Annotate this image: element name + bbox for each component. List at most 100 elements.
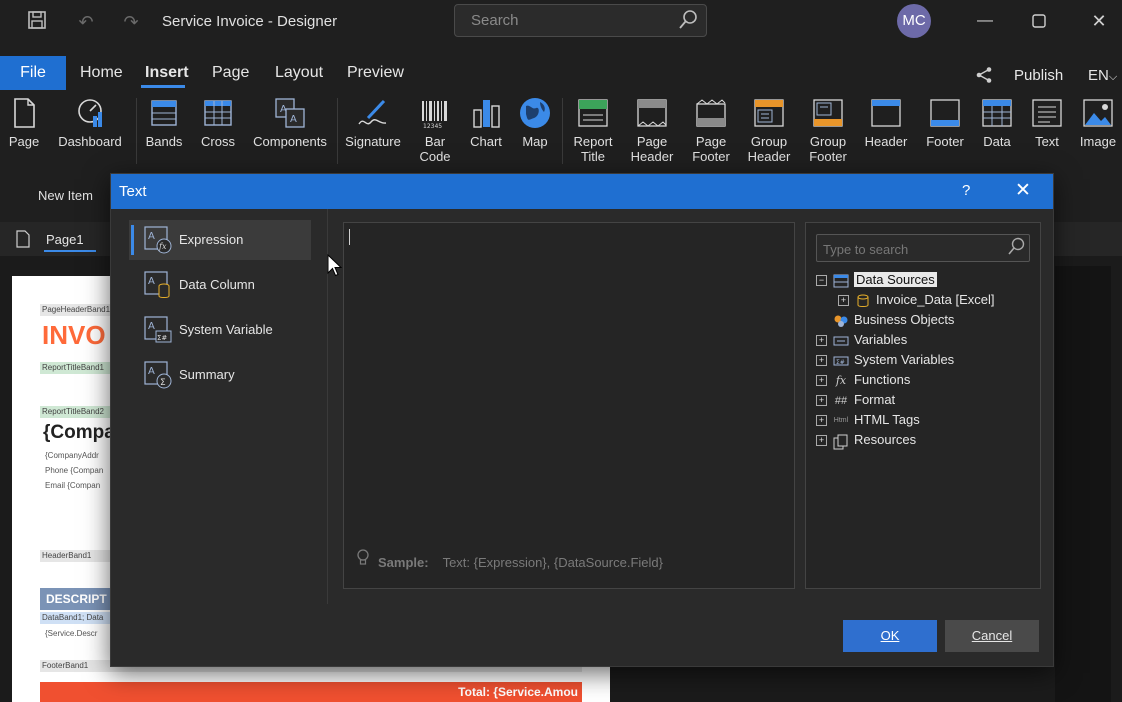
- sample-label: Sample:: [378, 555, 429, 570]
- tree-label: Format: [854, 392, 896, 407]
- ribbon-label: Footer: [926, 134, 964, 149]
- svg-text:A: A: [148, 276, 155, 287]
- title-bar: ↶ ↷ Service Invoice - Designer Search MC…: [0, 0, 1122, 44]
- ribbon-label: Components: [253, 134, 327, 149]
- tree-item-variables[interactable]: + Variables: [816, 330, 907, 350]
- tree-search-input[interactable]: Type to search: [816, 234, 1030, 262]
- ribbon-barcode-button[interactable]: 12345 Bar Code: [414, 96, 456, 164]
- window-close-icon[interactable]: ✕: [1084, 8, 1114, 34]
- ribbon-cross-button[interactable]: Cross: [196, 96, 240, 149]
- ribbon-components-button[interactable]: AA Components: [250, 96, 330, 149]
- tree-label: Resources: [854, 432, 917, 447]
- expand-toggle[interactable]: +: [816, 355, 827, 367]
- nav-summary[interactable]: AΣ Summary: [129, 355, 311, 395]
- ribbon-bands-button[interactable]: Bands: [142, 96, 186, 149]
- page-footer-icon: [694, 96, 728, 130]
- phone-text[interactable]: Phone {Compan: [45, 466, 103, 475]
- tree-item-data-sources[interactable]: − Data Sources: [816, 270, 937, 290]
- tree-item-html-tags[interactable]: + Html HTML Tags: [816, 410, 920, 430]
- nav-system-variable[interactable]: A Σ# System Variable: [129, 310, 311, 350]
- ribbon-data-button[interactable]: Data: [978, 96, 1016, 149]
- redo-icon[interactable]: ↷: [119, 10, 143, 34]
- tree-item-invoice-data[interactable]: + Invoice_Data [Excel]: [838, 290, 995, 310]
- ribbon-tab-bar: File Home Insert Page Layout Preview Pub…: [0, 54, 1122, 90]
- undo-icon[interactable]: ↶: [74, 10, 98, 34]
- dashboard-icon: [73, 96, 107, 130]
- expression-editor[interactable]: Sample: Text: {Expression}, {DataSource.F…: [343, 222, 795, 589]
- ok-button[interactable]: OK: [843, 620, 937, 652]
- invoice-title-text[interactable]: INVO: [42, 320, 106, 351]
- user-avatar[interactable]: MC: [897, 4, 931, 38]
- expand-toggle[interactable]: +: [816, 415, 827, 427]
- format-icon: ##: [834, 394, 848, 407]
- page-icon: [7, 96, 41, 130]
- tab-preview[interactable]: Preview: [347, 64, 404, 82]
- ribbon-map-button[interactable]: Map: [516, 96, 554, 149]
- close-icon[interactable]: ✕: [1015, 179, 1031, 202]
- ribbon-label: Report Title: [573, 134, 613, 164]
- tab-layout[interactable]: Layout: [275, 64, 323, 82]
- tree-item-format[interactable]: + ## Format: [816, 390, 895, 410]
- ribbon-page-header-button[interactable]: Page Header: [628, 96, 676, 164]
- share-icon[interactable]: [975, 66, 993, 89]
- functions-icon: fx: [835, 373, 847, 387]
- nav-data-column[interactable]: A Data Column: [129, 265, 311, 305]
- publish-button[interactable]: Publish: [1014, 67, 1063, 84]
- data-dictionary-panel: Type to search − Data Sources + Invoice_Da…: [805, 222, 1041, 589]
- tab-file[interactable]: File: [0, 56, 66, 90]
- ribbon-report-title-button[interactable]: Report Title: [570, 96, 616, 164]
- collapse-toggle[interactable]: −: [816, 275, 827, 287]
- minimize-icon[interactable]: —: [970, 8, 1000, 34]
- lightbulb-icon: [356, 549, 370, 570]
- expand-toggle[interactable]: +: [838, 295, 849, 307]
- ribbon-signature-button[interactable]: Signature: [343, 96, 403, 149]
- expand-toggle[interactable]: +: [816, 375, 827, 387]
- ribbon-image-button[interactable]: Image: [1078, 96, 1118, 149]
- expand-toggle[interactable]: +: [816, 435, 827, 447]
- cancel-button[interactable]: Cancel: [945, 620, 1039, 652]
- total-value: {Service.Amou: [493, 685, 578, 699]
- nav-expression[interactable]: Afx Expression: [129, 220, 311, 260]
- maximize-icon[interactable]: [1024, 8, 1054, 34]
- tree-item-functions[interactable]: + fx Functions: [816, 370, 910, 390]
- tree-label: Functions: [854, 372, 911, 387]
- tree-item-system-variables[interactable]: + Σ# System Variables: [816, 350, 954, 370]
- ribbon-separator: [562, 98, 563, 164]
- ribbon-header-button[interactable]: Header: [862, 96, 910, 149]
- cancel-label: Cancel: [971, 628, 1013, 643]
- dialog-header: Text ? ✕: [111, 174, 1053, 209]
- company-address-text[interactable]: {CompanyAddr: [45, 451, 99, 460]
- system-variable-icon: A Σ#: [144, 316, 172, 344]
- help-icon[interactable]: ?: [962, 182, 970, 199]
- svg-text:Σ#: Σ#: [157, 334, 167, 342]
- tree-item-business-objects[interactable]: Business Objects: [833, 310, 954, 330]
- ribbon-page-footer-button[interactable]: Page Footer: [688, 96, 734, 164]
- tree-item-resources[interactable]: + Resources: [816, 430, 916, 450]
- tab-home[interactable]: Home: [80, 64, 123, 82]
- expand-toggle[interactable]: +: [816, 395, 827, 407]
- expand-toggle[interactable]: +: [816, 335, 827, 347]
- company-name-text[interactable]: {Compa: [43, 422, 115, 444]
- ribbon-page-button[interactable]: Page: [5, 96, 43, 149]
- ribbon-text-button[interactable]: Text: [1028, 96, 1066, 149]
- language-selector[interactable]: EN⌵: [1088, 67, 1117, 84]
- total-row[interactable]: Total: {Service.Amou: [40, 682, 582, 702]
- tab-page[interactable]: Page: [212, 64, 249, 82]
- ribbon-label: Header: [864, 134, 908, 149]
- service-description-field[interactable]: {Service.Descr: [45, 629, 97, 638]
- ribbon-group-header-button[interactable]: Group Header: [744, 96, 794, 164]
- ribbon-chart-button[interactable]: Chart: [466, 96, 506, 149]
- ribbon-footer-button[interactable]: Footer: [921, 96, 969, 149]
- ribbon-group-footer-button[interactable]: Group Footer: [803, 96, 853, 164]
- tab-page1[interactable]: Page1: [10, 226, 96, 252]
- ribbon-dashboard-button[interactable]: Dashboard: [55, 96, 125, 149]
- ribbon-label: Page Header: [630, 134, 674, 164]
- tab-insert[interactable]: Insert: [145, 64, 189, 82]
- save-icon[interactable]: [25, 10, 49, 34]
- header-icon: [869, 96, 903, 130]
- search-input[interactable]: Search: [454, 4, 707, 37]
- report-title-icon: [576, 96, 610, 130]
- email-text[interactable]: Email {Compan: [45, 481, 100, 490]
- nav-label: Expression: [179, 232, 244, 247]
- nav-label: System Variable: [179, 322, 273, 337]
